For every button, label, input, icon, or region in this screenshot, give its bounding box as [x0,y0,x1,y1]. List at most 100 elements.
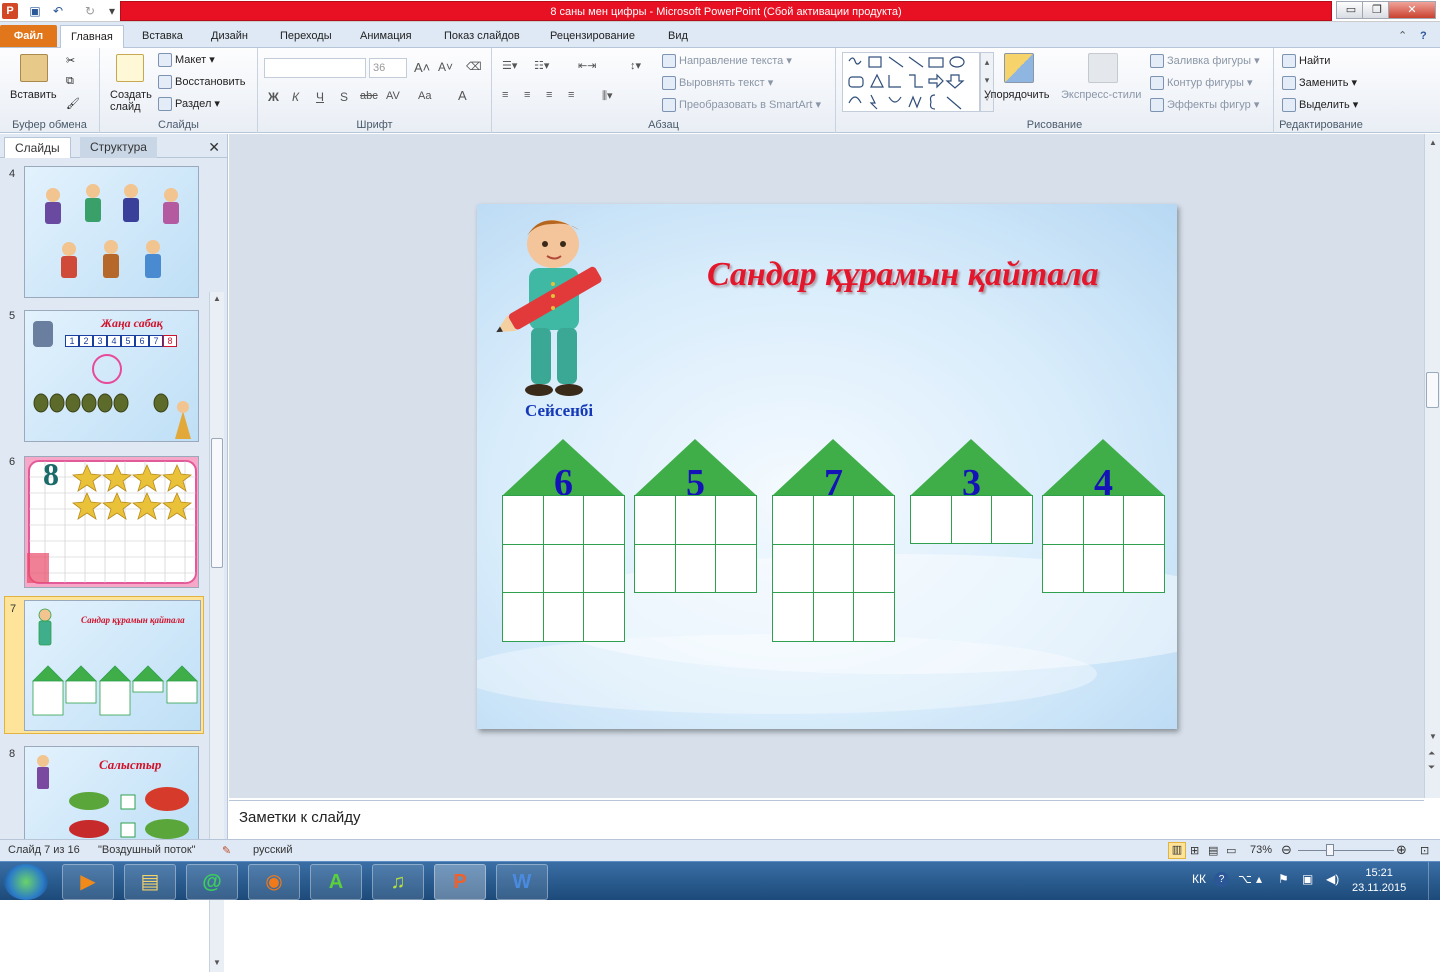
shape-fill-button[interactable]: Заливка фигуры ▾ [1150,54,1260,69]
grid-cell[interactable] [812,592,855,642]
network-icon[interactable]: ▣ [1302,872,1313,886]
zoom-in-icon[interactable]: ⊕ [1396,842,1407,858]
volume-icon[interactable]: ◀) [1326,872,1339,886]
grid-cell[interactable] [812,543,855,594]
slideshow-icon[interactable]: ▭ [1226,844,1236,857]
font-name-combo[interactable] [264,58,366,78]
font-size-combo[interactable]: 36 [369,58,407,78]
numbering-icon[interactable]: ☷▾ [534,59,549,72]
scroll-down-icon[interactable]: ▼ [213,958,221,967]
quick-styles-button[interactable]: Экспресс-стили [1061,89,1141,101]
minimize-ribbon-icon[interactable]: ⌃ [1398,25,1407,47]
slide-sorter-icon[interactable]: ⊞ [1190,844,1199,857]
grid-cell[interactable] [950,495,993,544]
grid-cell[interactable] [583,495,625,545]
grid-cell[interactable] [502,495,544,545]
indent-icon[interactable]: ⇤⇥ [578,59,596,72]
show-desktop-button[interactable] [1428,862,1440,901]
grid-cell[interactable] [1042,495,1084,545]
scroll-thumb[interactable] [1426,372,1439,408]
grid-cell[interactable] [772,495,814,545]
word-taskbar-icon[interactable]: W [496,864,548,900]
grid-cell[interactable] [674,495,717,545]
action-center-flag-icon[interactable]: ⚑ [1278,872,1289,886]
arrange-button[interactable]: Упорядочить [984,89,1049,101]
slide-thumbnail-6[interactable]: 8 [24,456,199,588]
tab-transitions[interactable]: Переходы [270,25,342,47]
grid-cell[interactable] [502,592,544,642]
start-button[interactable] [4,864,48,900]
notes-placeholder[interactable]: Заметки к слайду [239,809,361,826]
normal-view-icon[interactable]: ▥ [1168,842,1186,859]
next-slide-icon[interactable]: ⏷ [1428,762,1435,773]
file-explorer-icon[interactable]: ▤ [124,864,176,900]
align-left-icon[interactable]: ≡ [502,89,508,101]
mail-agent-icon[interactable]: @ [186,864,238,900]
tab-insert[interactable]: Вставка [132,25,193,47]
grow-font-icon[interactable]: A˄ [414,60,430,75]
keyboard-tray-icon[interactable]: ⌥ [1238,872,1252,886]
shape-outline-button[interactable]: Контур фигуры ▾ [1150,76,1253,91]
reset-button[interactable]: Восстановить [158,75,245,89]
powerpoint-app-icon[interactable]: P [2,3,18,19]
grid-cell[interactable] [1082,495,1125,545]
shrink-font-icon[interactable]: A˅ [438,60,453,74]
shapes-scroll[interactable]: ▴ ▾ ▿ [980,52,994,112]
system-clock[interactable]: 15:21 23.11.2015 [1352,866,1406,896]
help-tray-icon[interactable]: ? [1214,872,1229,887]
clear-format-icon[interactable]: ⌫ [466,60,482,73]
tab-review[interactable]: Рецензирование [540,25,645,47]
grid-cell[interactable] [853,592,895,642]
powerpoint-taskbar-icon[interactable]: P [434,864,486,900]
tab-view[interactable]: Вид [658,25,698,47]
grid-cell[interactable] [542,592,585,642]
grid-cell[interactable] [1123,543,1165,593]
zoom-out-icon[interactable]: ⊖ [1281,842,1292,858]
slide-thumbnail-4[interactable] [24,166,199,298]
grid-cell[interactable] [674,543,717,593]
input-language[interactable]: КК [1192,872,1206,886]
underline-button[interactable]: Ч [316,90,324,104]
music-app-icon[interactable]: ♫ [372,864,424,900]
grid-cell[interactable] [583,543,625,594]
bullets-icon[interactable]: ☰▾ [502,59,517,72]
format-painter-icon[interactable]: 🖌 [66,97,80,110]
scroll-thumb[interactable] [211,438,223,568]
zoom-level[interactable]: 73% [1250,844,1272,856]
justify-icon[interactable]: ≡ [568,89,574,101]
grid-cell[interactable] [542,543,585,594]
shapes-gallery[interactable] [842,52,980,112]
replace-button[interactable]: Заменить ▾ [1282,76,1357,91]
scroll-up-icon[interactable]: ▲ [1429,138,1437,147]
firefox-icon[interactable]: ◉ [248,864,300,900]
text-direction-button[interactable]: Направление текста ▾ [662,54,792,69]
fit-to-window-icon[interactable]: ⊡ [1420,844,1429,857]
change-case-button[interactable]: Aa [418,90,431,102]
scroll-up-icon[interactable]: ▲ [213,294,221,303]
line-spacing-icon[interactable]: ↕▾ [630,59,641,72]
grid-cell[interactable] [812,495,855,545]
slide-thumbnail-5[interactable]: Жаңа сабақ 1 2 3 4 5 6 7 8 [24,310,199,442]
paste-button[interactable]: Вставить [10,89,57,101]
tab-home[interactable]: Главная [60,25,124,48]
grid-cell[interactable] [1042,543,1084,593]
grid-cell[interactable] [991,495,1033,544]
copy-icon[interactable]: ⧉ [66,75,74,88]
grid-cell[interactable] [583,592,625,642]
undo-icon[interactable]: ↶ [50,3,66,19]
spellcheck-icon[interactable]: ✎ [222,844,231,857]
align-right-icon[interactable]: ≡ [546,89,552,101]
grid-cell[interactable] [715,543,757,593]
grid-cell[interactable] [772,543,814,594]
save-icon[interactable]: ▣ [27,3,43,19]
notes-pane[interactable]: Заметки к слайду [229,800,1424,838]
scroll-down-icon[interactable]: ▼ [1429,732,1437,741]
zoom-slider-track[interactable] [1298,850,1394,851]
language-label[interactable]: русский [253,844,292,856]
previous-slide-icon[interactable]: ⏶ [1428,748,1435,759]
thumbnail-row-7-selected[interactable]: 7 Сандар құрамын қайтала [4,596,204,734]
current-slide[interactable]: Сейсенбі Сандар құрамын қайтала 6 5 7 3 [477,204,1177,729]
grid-cell[interactable] [1082,543,1125,593]
zoom-slider-thumb[interactable] [1326,844,1334,856]
tab-outline[interactable]: Структура [80,137,157,158]
